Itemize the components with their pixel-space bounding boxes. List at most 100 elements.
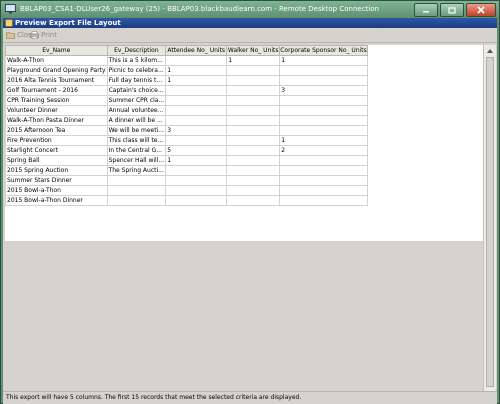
table-row[interactable]: Volunteer Dinner Annual voluntee... — [5, 105, 368, 116]
table-cell[interactable]: 1 — [279, 135, 368, 146]
scroll-thumb[interactable] — [486, 57, 494, 387]
table-cell[interactable]: 1 — [165, 65, 228, 76]
table-cell[interactable]: 2015 Spring Auction — [5, 165, 108, 176]
table-cell[interactable] — [226, 115, 281, 126]
column-header[interactable]: Ev_Name — [5, 45, 108, 56]
column-header[interactable]: Walker No_ Units — [226, 45, 281, 56]
table-cell[interactable]: 2016 Alta Tennis Tournament — [5, 75, 108, 86]
table-cell[interactable]: Spencer Hall will... — [106, 155, 167, 166]
minimize-button[interactable] — [414, 3, 438, 17]
table-cell[interactable]: In the Central G... — [106, 145, 167, 156]
table-cell[interactable] — [226, 85, 281, 96]
table-cell[interactable]: We will be meeti... — [106, 125, 167, 136]
table-cell[interactable]: 1 — [165, 75, 228, 86]
dialog-titlebar[interactable]: Preview Export File Layout — [3, 18, 497, 28]
table-cell[interactable]: This class will te... — [106, 135, 167, 146]
table-cell[interactable] — [226, 125, 281, 136]
table-cell[interactable]: Picnic to celebra... — [106, 65, 167, 76]
table-cell[interactable] — [106, 195, 167, 206]
table-cell[interactable] — [165, 185, 228, 196]
table-cell[interactable] — [279, 195, 368, 206]
table-row[interactable]: Walk-A-Thon Pasta Dinner A dinner will be… — [5, 115, 368, 126]
table-cell[interactable]: 5 — [165, 145, 228, 156]
table-cell[interactable]: 1 — [279, 55, 368, 66]
table-cell[interactable]: 3 — [279, 85, 368, 96]
table-row[interactable]: Summer Stars Dinner — [5, 175, 368, 186]
table-row[interactable]: CPR Training Session Summer CPR cla... — [5, 95, 368, 106]
table-cell[interactable]: Walk-A-Thon — [5, 55, 108, 66]
table-cell[interactable]: Annual voluntee... — [106, 105, 167, 116]
table-cell[interactable]: A dinner will be ... — [106, 115, 167, 126]
maximize-button[interactable] — [440, 3, 464, 17]
table-cell[interactable]: The Spring Aucti... — [106, 165, 167, 176]
table-cell[interactable]: Captain's choice... — [106, 85, 167, 96]
table-cell[interactable] — [226, 75, 281, 86]
table-cell[interactable]: Spring Ball — [5, 155, 108, 166]
table-cell[interactable]: Summer Stars Dinner — [5, 175, 108, 186]
table-cell[interactable] — [226, 185, 281, 196]
table-cell[interactable] — [226, 175, 281, 186]
table-cell[interactable] — [279, 115, 368, 126]
table-row[interactable]: Walk-A-Thon This is a 5 kilom... 1 1 — [5, 55, 368, 66]
table-cell[interactable] — [226, 165, 281, 176]
table-cell[interactable] — [165, 115, 228, 126]
table-row[interactable]: Fire Prevention This class will te... 1 — [5, 135, 368, 146]
table-cell[interactable] — [226, 105, 281, 116]
table-row[interactable]: Playground Grand Opening Party Picnic to … — [5, 65, 368, 76]
table-cell[interactable] — [165, 95, 228, 106]
table-cell[interactable]: 3 — [165, 125, 228, 136]
table-cell[interactable] — [165, 195, 228, 206]
table-cell[interactable]: Fire Prevention — [5, 135, 108, 146]
table-cell[interactable]: This is a 5 kilom... — [106, 55, 167, 66]
table-cell[interactable] — [279, 105, 368, 116]
table-cell[interactable] — [226, 65, 281, 76]
table-cell[interactable] — [226, 95, 281, 106]
table-cell[interactable] — [165, 175, 228, 186]
table-cell[interactable]: Golf Tournament - 2016 — [5, 85, 108, 96]
window-titlebar[interactable]: BBLAP03_CSA1-DLUser26_gateway (25) - BBL… — [1, 1, 499, 18]
table-cell[interactable] — [165, 105, 228, 116]
table-cell[interactable]: 2015 Afternoon Tea — [5, 125, 108, 136]
table-cell[interactable] — [106, 175, 167, 186]
table-cell[interactable] — [165, 165, 228, 176]
table-cell[interactable]: Volunteer Dinner — [5, 105, 108, 116]
table-row[interactable]: 2015 Bowl-a-Thon — [5, 185, 368, 196]
table-cell[interactable]: Summer CPR cla... — [106, 95, 167, 106]
table-cell[interactable] — [226, 195, 281, 206]
table-cell[interactable] — [279, 65, 368, 76]
close-window-button[interactable] — [466, 3, 496, 17]
table-cell[interactable] — [279, 175, 368, 186]
table-cell[interactable] — [279, 75, 368, 86]
table-cell[interactable]: Playground Grand Opening Party — [5, 65, 108, 76]
table-cell[interactable] — [226, 145, 281, 156]
table-cell[interactable]: 1 — [226, 55, 281, 66]
table-cell[interactable] — [165, 55, 228, 66]
table-cell[interactable]: 1 — [165, 155, 228, 166]
table-cell[interactable] — [279, 165, 368, 176]
table-cell[interactable] — [226, 155, 281, 166]
column-header[interactable]: Corporate Sponsor No_ Units — [279, 45, 368, 56]
column-header[interactable]: Attendee No_ Units — [165, 45, 228, 56]
scroll-up-button[interactable] — [485, 46, 495, 56]
vertical-scrollbar[interactable] — [483, 45, 496, 400]
table-row[interactable]: Starlight Concert In the Central G... 5 2 — [5, 145, 368, 156]
table-cell[interactable] — [279, 95, 368, 106]
table-cell[interactable]: 2015 Bowl-a-Thon Dinner — [5, 195, 108, 206]
table-cell[interactable]: 2 — [279, 145, 368, 156]
table-row[interactable]: 2016 Alta Tennis Tournament Full day tenn… — [5, 75, 368, 86]
table-cell[interactable] — [165, 135, 228, 146]
table-cell[interactable] — [279, 125, 368, 136]
table-cell[interactable]: CPR Training Session — [5, 95, 108, 106]
preview-grid[interactable]: Ev_Name Ev_Description Attendee No_ Unit… — [5, 45, 483, 400]
table-cell[interactable] — [106, 185, 167, 196]
table-row[interactable]: 2015 Bowl-a-Thon Dinner — [5, 195, 368, 206]
column-header[interactable]: Ev_Description — [106, 45, 167, 56]
table-row[interactable]: Golf Tournament - 2016 Captain's choice..… — [5, 85, 368, 96]
table-cell[interactable]: Full day tennis t... — [106, 75, 167, 86]
table-row[interactable]: Spring Ball Spencer Hall will... 1 — [5, 155, 368, 166]
table-cell[interactable] — [226, 135, 281, 146]
table-cell[interactable]: Starlight Concert — [5, 145, 108, 156]
table-cell[interactable]: 2015 Bowl-a-Thon — [5, 185, 108, 196]
table-cell[interactable]: Walk-A-Thon Pasta Dinner — [5, 115, 108, 126]
table-row[interactable]: 2015 Afternoon Tea We will be meeti... 3 — [5, 125, 368, 136]
